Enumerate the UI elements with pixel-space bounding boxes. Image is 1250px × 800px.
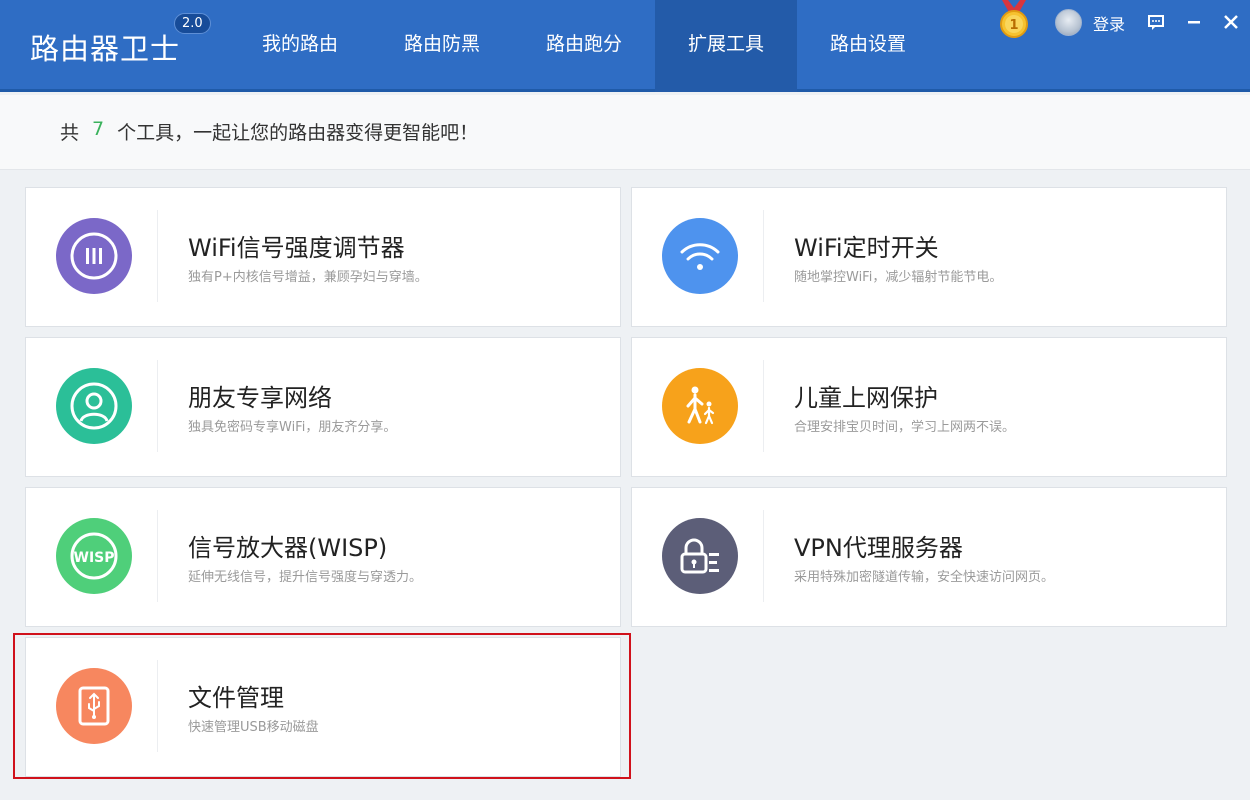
tool-title: WiFi信号强度调节器 [188, 234, 405, 262]
wisp-icon: WISP [56, 518, 132, 594]
tool-title: 儿童上网保护 [794, 384, 938, 412]
avatar[interactable] [1055, 9, 1082, 36]
card-divider [157, 210, 158, 302]
svg-text:1: 1 [1009, 18, 1018, 33]
child-protection-icon [662, 368, 738, 444]
feedback-icon[interactable] [1143, 9, 1169, 35]
tool-title: VPN代理服务器 [794, 534, 963, 562]
tools-summary: 共 7 个工具，一起让您的路由器变得更智能吧！ [60, 118, 478, 145]
close-icon[interactable] [1218, 9, 1244, 35]
tool-card-vpn[interactable]: VPN代理服务器 采用特殊加密隧道传输，安全快速访问网页。 [631, 487, 1227, 627]
card-divider [157, 510, 158, 602]
app-logo: 路由器卫士 [30, 32, 181, 66]
minimize-icon[interactable] [1181, 9, 1207, 35]
tool-card-wifi-timer[interactable]: WiFi定时开关 随地掌控WiFi，减少辐射节能节电。 [631, 187, 1227, 327]
tool-card-wifi-signal[interactable]: WiFi信号强度调节器 独有P+内核信号增益，兼顾孕妇与穿墙。 [25, 187, 621, 327]
tool-count: 7 [92, 118, 105, 140]
tool-card-child-protection[interactable]: 儿童上网保护 合理安排宝贝时间，学习上网两不误。 [631, 337, 1227, 477]
tool-description: 延伸无线信号，提升信号强度与穿透力。 [188, 570, 423, 585]
medal-icon[interactable]: 1 [996, 0, 1032, 40]
tool-description: 合理安排宝贝时间，学习上网两不误。 [794, 420, 1016, 435]
selection-highlight [13, 633, 631, 779]
card-divider [763, 210, 764, 302]
tool-description: 独有P+内核信号增益，兼顾孕妇与穿墙。 [188, 270, 428, 285]
wisp-icon-label: WISP [74, 550, 115, 566]
version-badge: 2.0 [174, 13, 211, 34]
tool-title: 朋友专享网络 [188, 384, 332, 412]
tab-router-security[interactable]: 路由防黑 [371, 0, 513, 92]
tab-my-router[interactable]: 我的路由 [229, 0, 371, 92]
tab-router-settings[interactable]: 路由设置 [797, 0, 939, 92]
card-divider [763, 360, 764, 452]
card-divider [157, 360, 158, 452]
title-bar: 路由器卫士 2.0 我的路由 路由防黑 路由跑分 扩展工具 路由设置 1 登录 [0, 0, 1250, 92]
signal-strength-icon [56, 218, 132, 294]
tool-description: 采用特殊加密隧道传输，安全快速访问网页。 [794, 570, 1055, 585]
user-icon [56, 368, 132, 444]
wifi-icon [662, 218, 738, 294]
tool-description: 随地掌控WiFi，减少辐射节能节电。 [794, 270, 1003, 285]
tool-title: 信号放大器(WISP) [188, 534, 388, 562]
summary-prefix: 共 [60, 122, 80, 144]
tab-router-benchmark[interactable]: 路由跑分 [513, 0, 655, 92]
tools-summary-bar: 共 7 个工具，一起让您的路由器变得更智能吧！ [0, 95, 1250, 170]
summary-suffix: 个工具，一起让您的路由器变得更智能吧！ [117, 122, 479, 144]
tool-title: WiFi定时开关 [794, 234, 939, 262]
tab-extension-tools[interactable]: 扩展工具 [655, 0, 797, 92]
tool-card-friend-network[interactable]: 朋友专享网络 独具免密码专享WiFi，朋友齐分享。 [25, 337, 621, 477]
login-link[interactable]: 登录 [1093, 11, 1125, 35]
main-nav: 我的路由 路由防黑 路由跑分 扩展工具 路由设置 [229, 0, 939, 92]
tool-description: 独具免密码专享WiFi，朋友齐分享。 [188, 420, 397, 435]
tool-card-wisp[interactable]: WISP 信号放大器(WISP) 延伸无线信号，提升信号强度与穿透力。 [25, 487, 621, 627]
vpn-lock-icon [662, 518, 738, 594]
card-divider [763, 510, 764, 602]
